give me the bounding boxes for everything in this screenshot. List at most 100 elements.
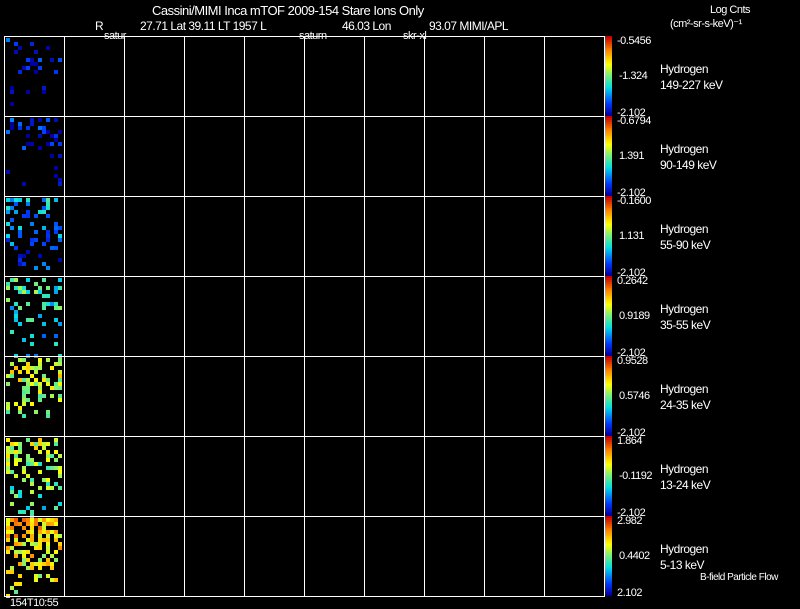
- data-cell: [58, 466, 62, 470]
- colorbar-segment: [605, 256, 612, 259]
- data-cell: [30, 566, 34, 570]
- data-cell: [46, 482, 50, 486]
- data-cell: [54, 538, 58, 542]
- data-cell: [26, 538, 30, 542]
- colorbar-segment: [605, 290, 612, 293]
- colorbar-segment: [605, 112, 612, 115]
- data-cell: [30, 142, 34, 146]
- data-cell: [34, 542, 38, 546]
- colorbar-segment: [605, 98, 612, 101]
- data-cell: [10, 570, 14, 574]
- colorbar-segment: [605, 220, 612, 223]
- colorbar-segment: [605, 272, 612, 275]
- data-cell: [34, 230, 38, 234]
- colorbar-mid-label: 0.4402: [619, 550, 650, 562]
- data-cell: [18, 322, 22, 326]
- data-cell: [58, 142, 62, 146]
- colorbar-segment: [605, 342, 612, 345]
- colorbar-segment: [605, 198, 612, 201]
- data-cell: [58, 374, 62, 378]
- colorbar-segment: [605, 318, 612, 321]
- data-cell: [18, 562, 22, 566]
- data-cell: [42, 526, 46, 530]
- data-cell: [42, 242, 46, 246]
- data-cell: [54, 246, 58, 250]
- data-cell: [34, 462, 38, 466]
- data-cell: [26, 378, 30, 382]
- colorbar-segment: [605, 280, 612, 283]
- data-cell: [22, 214, 26, 218]
- colorbar-segment: [605, 296, 612, 299]
- data-cell: [42, 478, 46, 482]
- species-label: Hydrogen: [660, 542, 709, 556]
- data-cell: [50, 554, 54, 558]
- data-cell: [10, 86, 14, 90]
- data-cell: [34, 382, 38, 386]
- colorbar-segment: [605, 570, 612, 573]
- data-cell: [18, 70, 22, 74]
- data-cell: [6, 298, 10, 302]
- colorbar-segment: [605, 532, 612, 535]
- data-cell: [38, 450, 42, 454]
- data-cell: [54, 386, 58, 390]
- colorbar-segment: [605, 138, 612, 141]
- data-cell: [46, 534, 50, 538]
- colorbar-segment: [605, 456, 612, 459]
- colorbar-segment: [605, 286, 612, 289]
- data-cell: [38, 558, 42, 562]
- colorbar-segment: [605, 140, 612, 143]
- colorbar-segment: [605, 502, 612, 505]
- data-cell: [34, 518, 38, 522]
- colorbar-segment: [605, 528, 612, 531]
- data-cell: [34, 578, 38, 582]
- data-cell: [26, 366, 30, 370]
- colorbar-segment: [605, 278, 612, 281]
- colorbar-segment: [605, 490, 612, 493]
- colorbar-segment: [605, 262, 612, 265]
- data-cell: [42, 210, 46, 214]
- data-cell: [34, 546, 38, 550]
- data-cell: [14, 538, 18, 542]
- colorbar-segment: [605, 450, 612, 453]
- data-cell: [26, 290, 30, 294]
- data-cell: [54, 226, 58, 230]
- data-cell: [34, 266, 38, 270]
- colorbar-segment: [605, 54, 612, 57]
- colorbar-segment: [605, 78, 612, 81]
- data-cell: [6, 286, 10, 290]
- data-cell: [50, 454, 54, 458]
- data-cell: [46, 546, 50, 550]
- colorbar-segment: [605, 554, 612, 557]
- data-cell: [18, 306, 22, 310]
- species-label: Hydrogen: [660, 222, 709, 236]
- colorbar-segment: [605, 402, 612, 405]
- data-cell: [6, 438, 10, 442]
- colorbar-segment: [605, 260, 612, 263]
- data-cell: [10, 530, 14, 534]
- colorbar-segment: [605, 264, 612, 267]
- data-cell: [38, 494, 42, 498]
- data-cell: [14, 462, 18, 466]
- data-cell: [30, 42, 34, 46]
- colorbar-segment: [605, 56, 612, 59]
- colorbar-segment: [605, 354, 612, 357]
- data-cell: [14, 554, 18, 558]
- data-cell: [46, 562, 50, 566]
- data-cell: [30, 490, 34, 494]
- data-cell: [42, 278, 46, 282]
- colorbar-segment: [605, 482, 612, 485]
- data-cell: [10, 374, 14, 378]
- colorbar-segment: [605, 132, 612, 135]
- data-cell: [18, 234, 22, 238]
- data-cell: [54, 118, 58, 122]
- data-cell: [10, 242, 14, 246]
- colorbar-segment: [605, 356, 612, 359]
- data-cell: [10, 446, 14, 450]
- data-cell: [42, 126, 46, 130]
- data-cell: [14, 286, 18, 290]
- colorbar-segment: [605, 416, 612, 419]
- data-cell: [50, 58, 54, 62]
- data-cell: [6, 234, 10, 238]
- data-cell: [42, 130, 46, 134]
- colorbar-segment: [605, 426, 612, 429]
